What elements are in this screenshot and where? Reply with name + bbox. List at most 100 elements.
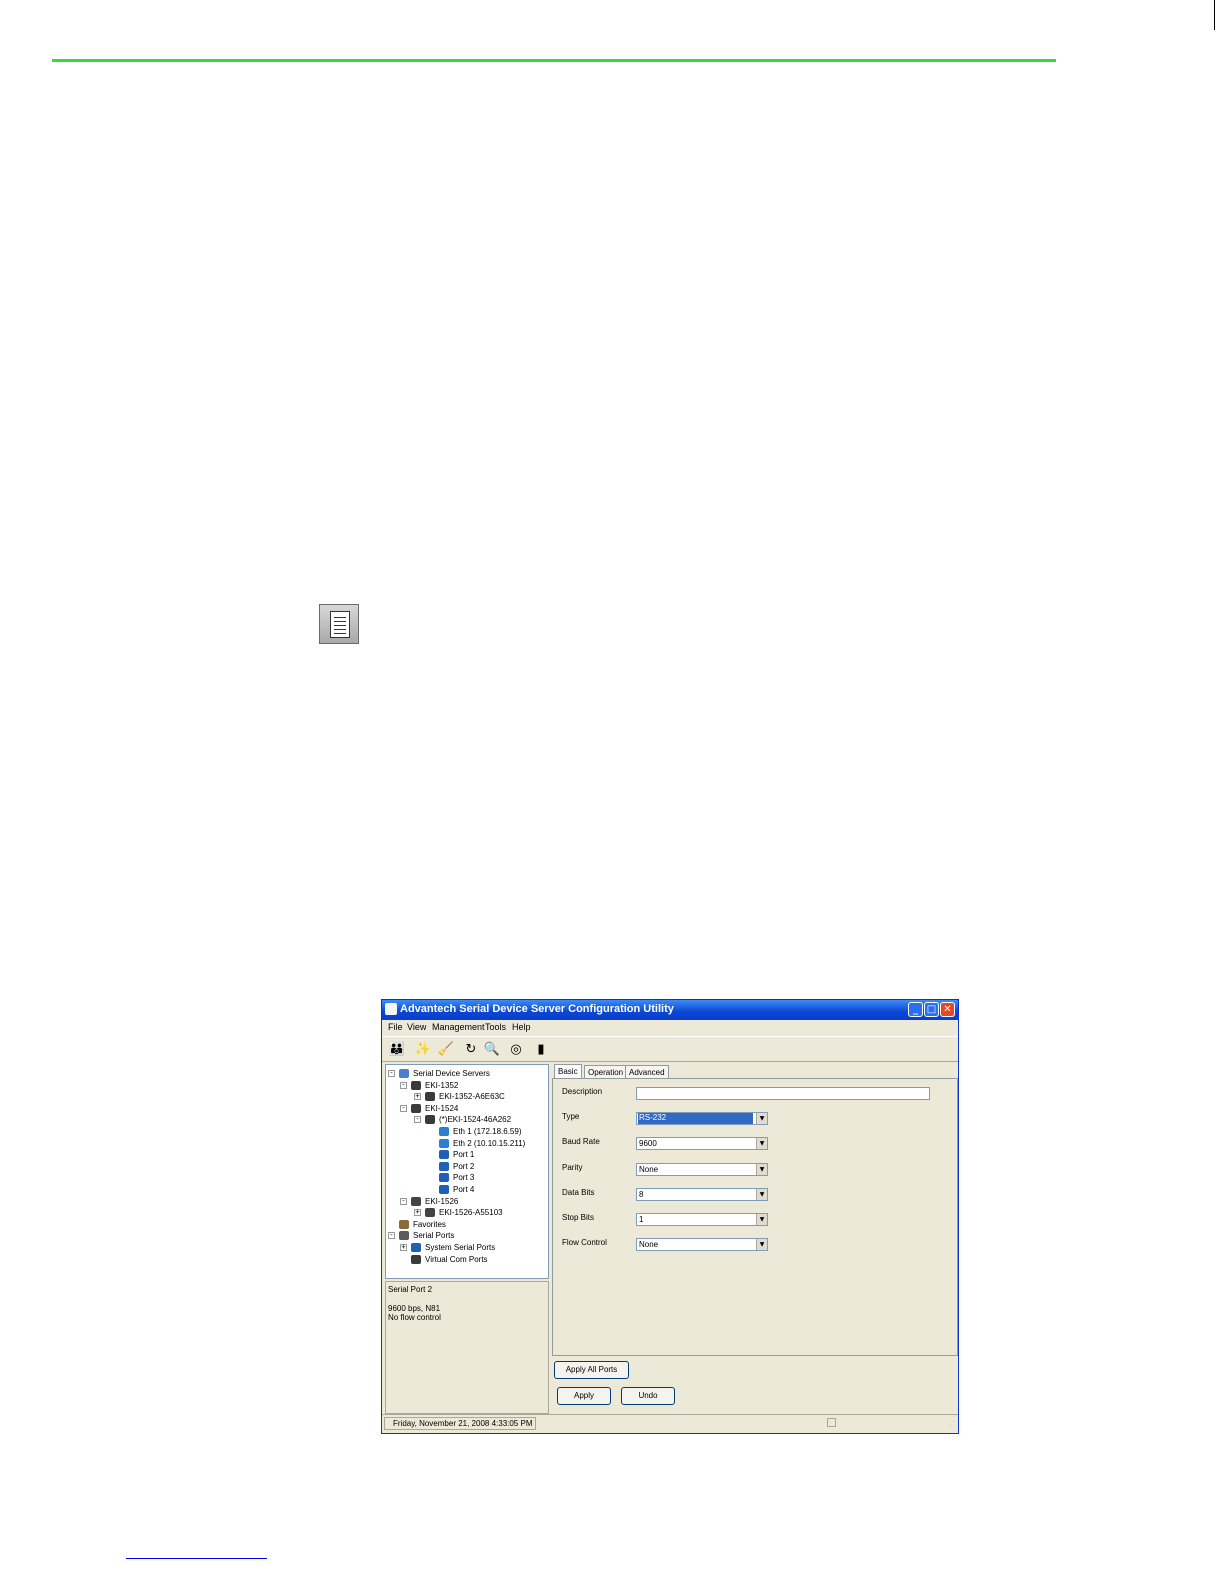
menu-bar: File View Management Tools Help xyxy=(382,1020,958,1036)
tree-item[interactable]: Favorites xyxy=(413,1219,446,1230)
tree-item[interactable]: Port 4 xyxy=(453,1184,474,1195)
rack-icon xyxy=(411,1196,421,1206)
menu-management[interactable]: Management xyxy=(432,1022,485,1032)
port-icon xyxy=(439,1185,449,1194)
tree-item[interactable]: Eth 2 (10.10.15.211) xyxy=(453,1138,525,1149)
refresh-icon[interactable]: ↻ xyxy=(461,1040,481,1060)
collapse-icon[interactable]: - xyxy=(400,1081,407,1089)
network-icon xyxy=(399,1069,409,1078)
minimize-button[interactable]: _ xyxy=(908,1002,923,1017)
settings-panel: Description Type RS-232 ▼ Baud Rate 9600 ▼… xyxy=(552,1078,958,1356)
broom-icon[interactable]: 🧹 xyxy=(436,1040,456,1060)
chevron-down-icon[interactable]: ▼ xyxy=(756,1138,767,1149)
chevron-down-icon[interactable]: ▼ xyxy=(756,1164,767,1175)
collapse-icon[interactable]: - xyxy=(414,1116,421,1124)
info-title: Serial Port 2 xyxy=(388,1285,433,1294)
stop-bits-label: Stop Bits xyxy=(562,1213,595,1222)
device-icon[interactable]: ▮ xyxy=(531,1040,551,1060)
tree-item[interactable]: EKI-1352-A6E63C xyxy=(439,1091,505,1102)
tree-item[interactable]: Serial Device Servers xyxy=(413,1068,490,1079)
info-pane: Serial Port 2 9600 bps, N81 No flow cont… xyxy=(385,1281,549,1414)
expand-icon[interactable]: + xyxy=(414,1209,421,1217)
favorites-icon xyxy=(399,1219,409,1229)
tree-item[interactable]: Port 1 xyxy=(453,1149,474,1160)
device-icon xyxy=(411,1103,421,1113)
status-datetime: Friday, November 21, 2008 4:33:05 PM xyxy=(384,1417,536,1430)
close-button[interactable]: ✕ xyxy=(940,1002,955,1017)
undo-button[interactable]: Undo xyxy=(621,1387,675,1405)
tree-item[interactable]: Port 3 xyxy=(453,1172,474,1183)
stop-bits-select[interactable]: 1 ▼ xyxy=(636,1213,768,1226)
binoculars-icon[interactable]: ◎ xyxy=(506,1040,526,1060)
chevron-down-icon[interactable]: ▼ xyxy=(756,1189,767,1200)
maximize-button[interactable]: □ xyxy=(924,1002,939,1017)
status-checkbox xyxy=(827,1418,836,1427)
baud-rate-select[interactable]: 9600 ▼ xyxy=(636,1137,768,1150)
tree-item[interactable]: EKI-1526 xyxy=(425,1196,458,1207)
data-bits-label: Data Bits xyxy=(562,1188,595,1197)
expand-icon[interactable]: + xyxy=(414,1093,421,1101)
type-label: Type xyxy=(562,1112,580,1121)
menu-view[interactable]: View xyxy=(407,1022,426,1032)
expand-icon[interactable]: + xyxy=(400,1244,407,1251)
chevron-down-icon[interactable]: ▼ xyxy=(756,1113,767,1124)
flow-control-select[interactable]: None ▼ xyxy=(636,1238,768,1251)
apply-all-ports-button[interactable]: Apply All Ports xyxy=(554,1361,629,1379)
tree-item[interactable]: EKI-1524 xyxy=(425,1103,458,1114)
window-title: Advantech Serial Device Server Configura… xyxy=(400,1003,674,1015)
device-icon xyxy=(411,1254,421,1264)
menu-tools[interactable]: Tools xyxy=(485,1022,506,1032)
collapse-icon[interactable]: - xyxy=(400,1197,407,1205)
users-icon[interactable]: 👪 xyxy=(387,1040,407,1060)
port-icon xyxy=(439,1173,449,1183)
footer-rule xyxy=(126,1558,267,1559)
tree-item[interactable]: EKI-1526-A55103 xyxy=(439,1207,503,1218)
tree-item[interactable]: EKI-1352 xyxy=(425,1080,458,1091)
port-icon xyxy=(439,1161,449,1171)
chevron-down-icon[interactable]: ▼ xyxy=(756,1214,767,1225)
tab-advanced[interactable]: Advanced xyxy=(625,1065,669,1079)
crop-mark xyxy=(1214,0,1215,30)
status-bar: Friday, November 21, 2008 4:33:05 PM ⋰ xyxy=(382,1414,958,1433)
type-select[interactable]: RS-232 ▼ xyxy=(636,1112,768,1125)
page-top-rule xyxy=(52,59,1056,62)
parity-label: Parity xyxy=(562,1163,583,1172)
tree-item[interactable]: Port 2 xyxy=(453,1161,474,1172)
rack-icon xyxy=(425,1208,435,1218)
tab-operation[interactable]: Operation xyxy=(584,1065,628,1079)
parity-select[interactable]: None ▼ xyxy=(636,1163,768,1176)
tree-item[interactable]: (*)EKI-1524-46A262 xyxy=(439,1114,511,1125)
baud-rate-label: Baud Rate xyxy=(562,1137,600,1146)
device-tree[interactable]: - Serial Device Servers - EKI-1352 + EKI-1352… xyxy=(385,1064,549,1279)
resize-grip-icon[interactable]: ⋰ xyxy=(948,1420,956,1428)
menu-file[interactable]: File xyxy=(388,1022,403,1032)
title-bar[interactable]: Advantech Serial Device Server Configura… xyxy=(382,1000,958,1020)
data-bits-select[interactable]: 8 ▼ xyxy=(636,1188,768,1201)
ethernet-icon xyxy=(439,1138,449,1148)
tree-item[interactable]: Serial Ports xyxy=(413,1230,454,1241)
app-window: Advantech Serial Device Server Configura… xyxy=(381,999,959,1434)
menu-help[interactable]: Help xyxy=(512,1022,531,1032)
description-field[interactable] xyxy=(636,1087,930,1100)
toolbar: 👪 ✨ 🧹 ↻ 🔍 ◎ ▮ xyxy=(382,1036,958,1062)
app-icon xyxy=(385,1003,397,1015)
collapse-icon[interactable]: - xyxy=(388,1232,395,1240)
device-icon xyxy=(425,1092,435,1102)
ethernet-icon xyxy=(439,1127,449,1136)
device-icon xyxy=(411,1080,421,1090)
collapse-icon[interactable]: - xyxy=(400,1104,407,1112)
info-flow: No flow control xyxy=(388,1313,441,1322)
apply-button[interactable]: Apply xyxy=(557,1387,611,1405)
wand-icon[interactable]: ✨ xyxy=(413,1040,433,1060)
serial-icon xyxy=(399,1231,409,1241)
collapse-icon[interactable]: - xyxy=(388,1070,395,1077)
info-speed: 9600 bps, N81 xyxy=(388,1304,441,1313)
chevron-down-icon[interactable]: ▼ xyxy=(756,1239,767,1250)
device-icon xyxy=(425,1115,435,1125)
search-icon[interactable]: 🔍 xyxy=(482,1040,502,1060)
tree-item[interactable]: Virtual Com Ports xyxy=(425,1254,488,1265)
port-icon xyxy=(411,1243,421,1252)
port-icon xyxy=(439,1150,449,1160)
tree-item[interactable]: Eth 1 (172.18.6.59) xyxy=(453,1126,522,1137)
tree-item[interactable]: System Serial Ports xyxy=(425,1242,495,1253)
